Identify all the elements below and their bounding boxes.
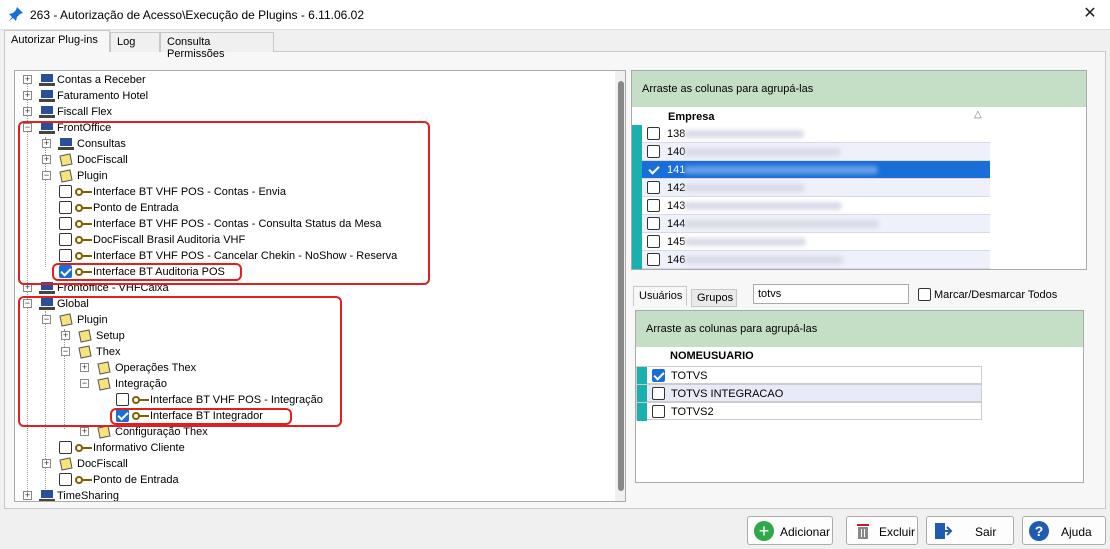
table-row[interactable]: 138	[632, 125, 990, 143]
help-icon: ?	[1029, 521, 1049, 541]
column-nomeusuario[interactable]: NOMEUSUARIO	[670, 350, 754, 362]
add-button[interactable]: + Adicionar	[747, 516, 833, 545]
tree-item[interactable]: + Contas a Receber	[15, 72, 315, 88]
row-checkbox[interactable]	[647, 127, 660, 140]
tab-autorizar[interactable]: Autorizar Plug-ins	[4, 30, 110, 52]
empresa-code: 140	[667, 146, 686, 158]
table-row[interactable]: TOTVS INTEGRACAO	[636, 384, 982, 403]
empresa-code: 146	[667, 254, 686, 266]
table-row[interactable]: 143	[632, 197, 990, 215]
tab-log[interactable]: Log	[110, 32, 160, 52]
tree-item[interactable]: + Faturamento Hotel	[15, 88, 315, 104]
row-checkbox[interactable]	[647, 163, 660, 176]
computer-icon	[39, 73, 55, 87]
user-name: TOTVS	[671, 370, 708, 382]
tree-item[interactable]: + DocFiscall	[15, 456, 315, 472]
group-panel: Arraste as colunas para agrupá-las	[636, 311, 1083, 347]
row-checkbox[interactable]	[647, 145, 660, 158]
sort-icon[interactable]: △	[974, 109, 982, 120]
empresa-grid[interactable]: Arraste as colunas para agrupá-las Empre…	[631, 70, 1087, 270]
search-input[interactable]: totvs	[753, 284, 909, 304]
key-icon	[75, 473, 92, 487]
table-row[interactable]: TOTVS2	[636, 402, 982, 421]
tree-item[interactable]: + TimeSharing	[15, 488, 315, 501]
exit-icon	[933, 521, 953, 541]
tab-usuarios[interactable]: Usuários	[633, 286, 687, 306]
tree-item[interactable]: + Fiscall Flex	[15, 104, 315, 120]
tab-consulta[interactable]: Consulta Permissões	[160, 32, 274, 60]
tree-item[interactable]: Informativo Cliente	[15, 440, 315, 456]
exit-button[interactable]: Sair	[926, 516, 1014, 545]
empresa-code: 142	[667, 182, 686, 194]
trash-icon	[853, 521, 873, 541]
row-checkbox[interactable]	[647, 181, 660, 194]
computer-icon	[39, 489, 55, 501]
user-name: TOTVS2	[671, 406, 714, 418]
select-all-checkbox[interactable]	[918, 288, 931, 301]
delete-button[interactable]: Excluir	[846, 516, 918, 545]
highlight-frontoffice	[18, 121, 430, 285]
row-checkbox[interactable]	[647, 235, 660, 248]
tree-scrollbar[interactable]	[615, 71, 625, 501]
user-grid[interactable]: Arraste as colunas para agrupá-las NOMEU…	[635, 310, 1084, 483]
computer-icon	[39, 89, 55, 103]
highlight-auditoria	[52, 263, 242, 281]
select-all-label: Marcar/Desmarcar Todos	[934, 289, 1058, 301]
table-row[interactable]: 140	[632, 143, 990, 161]
empresa-code: 145	[667, 236, 686, 248]
table-row[interactable]: 146	[632, 251, 990, 269]
empresa-code: 138	[667, 128, 686, 140]
group-panel: Arraste as colunas para agrupá-las	[632, 71, 1086, 107]
help-button[interactable]: ? Ajuda	[1022, 516, 1106, 545]
window-title: 263 - Autorização de Acesso\Execução de …	[30, 8, 364, 22]
empresa-code: 143	[667, 200, 686, 212]
row-checkbox[interactable]	[652, 405, 665, 418]
row-checkbox[interactable]	[647, 253, 660, 266]
row-checkbox[interactable]	[647, 217, 660, 230]
document-icon	[96, 425, 112, 439]
table-row[interactable]: TOTVS	[636, 366, 982, 385]
table-row[interactable]: 145	[632, 233, 990, 251]
computer-icon	[39, 105, 55, 119]
table-row[interactable]: 142	[632, 179, 990, 197]
empresa-code: 144	[667, 218, 686, 230]
document-icon	[58, 457, 74, 471]
empresa-code: 141	[667, 164, 686, 176]
row-checkbox[interactable]	[652, 387, 665, 400]
pin-icon	[9, 7, 23, 21]
column-empresa[interactable]: Empresa	[668, 111, 714, 123]
tree-item[interactable]: Ponto de Entrada	[15, 472, 315, 488]
highlight-integrador	[110, 408, 292, 425]
table-row[interactable]: 141	[632, 161, 990, 179]
close-icon[interactable]: ✕	[1080, 4, 1100, 24]
row-checkbox[interactable]	[652, 369, 665, 382]
tab-grupos[interactable]: Grupos	[691, 289, 737, 307]
key-icon	[75, 441, 92, 455]
table-row[interactable]: 144	[632, 215, 990, 233]
title-bar: 263 - Autorização de Acesso\Execução de …	[0, 0, 1110, 30]
plus-icon: +	[754, 521, 774, 541]
user-name: TOTVS INTEGRACAO	[671, 388, 784, 400]
row-checkbox[interactable]	[647, 199, 660, 212]
